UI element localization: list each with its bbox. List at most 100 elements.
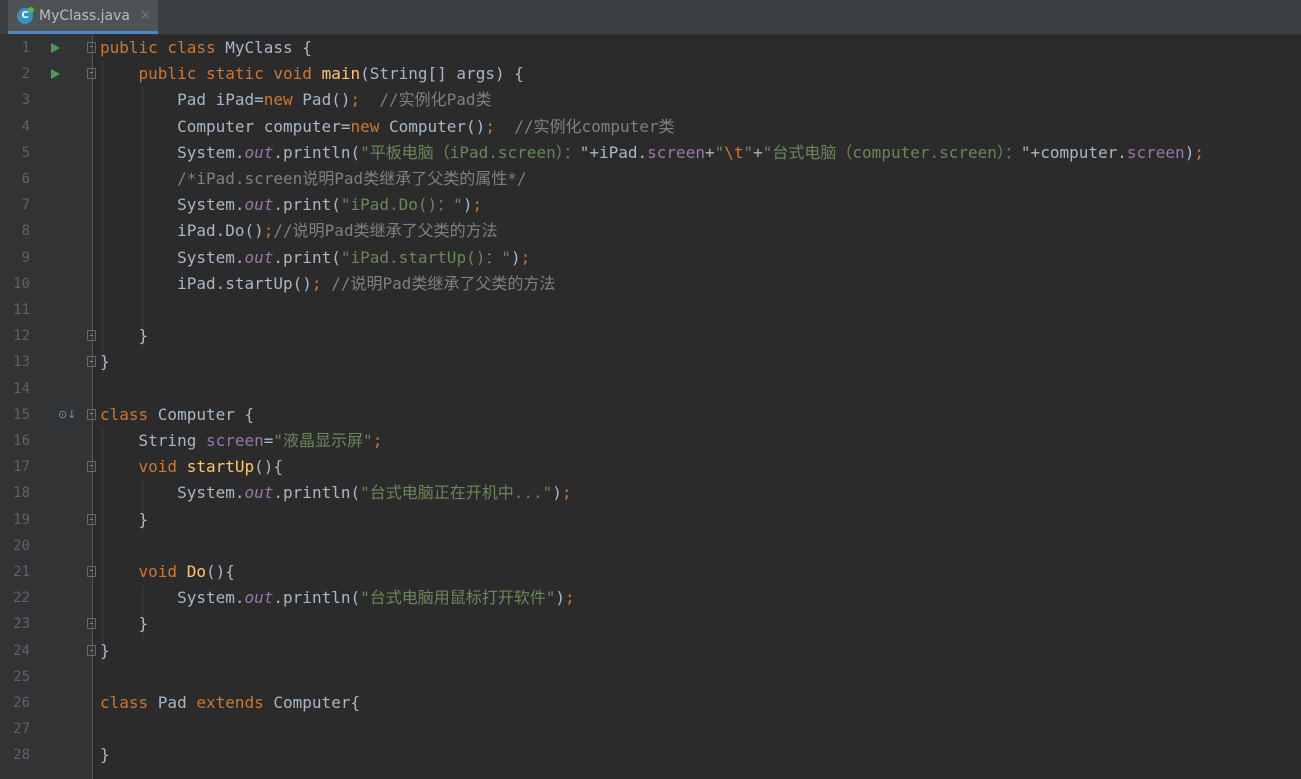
code-token: out bbox=[244, 142, 274, 162]
code-line[interactable]: 7 System.out.print("iPad.Do()："); bbox=[0, 192, 1301, 218]
fold-collapse-icon[interactable] bbox=[87, 566, 96, 577]
implemented-icon[interactable]: ⊙↓ bbox=[58, 408, 76, 422]
code-token: .println( bbox=[273, 142, 361, 162]
code-text: } bbox=[100, 742, 110, 768]
code-token: } bbox=[100, 745, 110, 765]
code-token: System. bbox=[100, 142, 245, 162]
code-token: ; bbox=[565, 588, 575, 608]
code-token: "+computer. bbox=[1020, 142, 1127, 162]
code-line[interactable]: 6 /*iPad.screen说明Pad类继承了父类的属性*/ bbox=[0, 166, 1301, 192]
close-icon[interactable]: × bbox=[140, 8, 151, 23]
code-line[interactable]: 3 Pad iPad=new Pad(); //实例化Pad类 bbox=[0, 87, 1301, 113]
code-token: out bbox=[244, 483, 274, 503]
code-token: ) bbox=[552, 483, 562, 503]
code-line[interactable]: 20 bbox=[0, 533, 1301, 559]
code-line[interactable]: 1 public class MyClass { bbox=[0, 35, 1301, 61]
fold-collapse-icon[interactable] bbox=[87, 42, 96, 53]
code-text: } bbox=[100, 323, 149, 349]
code-token: ; bbox=[1194, 142, 1204, 162]
code-token: System. bbox=[100, 588, 245, 608]
fold-end-icon[interactable] bbox=[87, 618, 96, 630]
line-number: 22 bbox=[13, 590, 30, 607]
code-line[interactable]: 22 System.out.println("台式电脑用鼠标打开软件"); bbox=[0, 585, 1301, 611]
code-line[interactable]: 15 ⊙↓ class Computer { bbox=[0, 402, 1301, 428]
code-line[interactable]: 14 bbox=[0, 376, 1301, 402]
line-number: 6 bbox=[21, 171, 30, 187]
code-line[interactable]: 10 iPad.startUp(); //说明Pad类继承了父类的方法 bbox=[0, 271, 1301, 297]
code-text: class Pad extends Computer{ bbox=[100, 690, 360, 716]
code-line[interactable]: 12 } bbox=[0, 323, 1301, 349]
code-token: } bbox=[100, 640, 110, 660]
code-token: " bbox=[714, 142, 725, 162]
code-token: .print( bbox=[273, 247, 341, 267]
code-line[interactable]: 19 } bbox=[0, 507, 1301, 533]
code-token: "平板电脑（iPad.screen）： bbox=[360, 142, 580, 162]
code-token: } bbox=[100, 326, 149, 346]
code-line[interactable]: 8 iPad.Do();//说明Pad类继承了父类的方法 bbox=[0, 218, 1301, 244]
line-number: 19 bbox=[13, 511, 30, 528]
code-token: new bbox=[263, 90, 303, 110]
fold-collapse-icon[interactable] bbox=[87, 408, 96, 420]
fold-collapse-icon[interactable] bbox=[87, 68, 96, 80]
code-text: } bbox=[100, 349, 110, 375]
code-token: screen bbox=[647, 142, 705, 162]
code-token: Pad bbox=[157, 693, 197, 712]
run-icon[interactable] bbox=[51, 43, 60, 53]
code-token: "台式电脑（computer.screen）： bbox=[762, 142, 1021, 162]
code-line[interactable]: 16 String screen="液晶显示屏"; bbox=[0, 428, 1301, 454]
code-line[interactable]: 28} bbox=[0, 742, 1301, 768]
line-number: 15 bbox=[13, 406, 30, 423]
fold-end-icon[interactable] bbox=[87, 330, 96, 342]
code-line[interactable]: 25 bbox=[0, 664, 1301, 690]
code-token: //说明Pad类继承了父类的方法 bbox=[273, 221, 498, 241]
code-token: ) bbox=[1184, 142, 1195, 162]
code-token: void bbox=[138, 562, 187, 581]
fold-collapse-icon[interactable] bbox=[87, 461, 96, 473]
line-number: 8 bbox=[21, 223, 30, 240]
code-token: "+iPad. bbox=[579, 142, 648, 162]
code-token: String bbox=[100, 431, 206, 450]
code-line[interactable]: 18 System.out.println("台式电脑正在开机中..."); bbox=[0, 480, 1301, 506]
code-token: ; bbox=[520, 247, 531, 267]
code-token: MyClass { bbox=[225, 38, 312, 57]
code-line[interactable]: 21 void Do(){ bbox=[0, 559, 1301, 585]
code-line[interactable]: 27 bbox=[0, 716, 1301, 742]
line-number: 12 bbox=[13, 328, 30, 345]
line-number: 2 bbox=[21, 66, 30, 83]
fold-end-icon[interactable] bbox=[87, 513, 96, 525]
fold-end-icon[interactable] bbox=[87, 356, 96, 368]
code-text: String screen="液晶显示屏"; bbox=[100, 428, 383, 454]
code-line[interactable]: 26 class Pad extends Computer{ bbox=[0, 690, 1301, 716]
code-token: main bbox=[321, 64, 361, 84]
code-line[interactable]: 2 public static void main(String[] args)… bbox=[0, 61, 1301, 87]
code-line[interactable]: 24} bbox=[0, 638, 1301, 664]
code-token: public static void bbox=[138, 64, 322, 84]
code-token: } bbox=[100, 614, 149, 634]
code-text: } bbox=[100, 638, 110, 664]
line-number: 14 bbox=[13, 380, 30, 397]
code-token: out bbox=[244, 588, 274, 608]
code-line[interactable]: 17 void startUp(){ bbox=[0, 454, 1301, 480]
run-icon[interactable] bbox=[51, 69, 60, 80]
tab-myclass-java[interactable]: C MyClass.java × bbox=[8, 0, 158, 34]
code-token: "台式电脑用鼠标打开软件" bbox=[360, 588, 556, 608]
fold-end-icon[interactable] bbox=[87, 644, 96, 656]
line-number: 23 bbox=[13, 616, 30, 633]
code-line[interactable]: 13} bbox=[0, 349, 1301, 375]
line-number: 18 bbox=[13, 485, 30, 502]
code-line[interactable]: 11 bbox=[0, 297, 1301, 323]
code-token: (){ bbox=[254, 457, 284, 477]
code-token: Computer { bbox=[157, 404, 255, 424]
code-text: public static void main(String[] args) { bbox=[100, 61, 524, 87]
code-line[interactable]: 23 } bbox=[0, 611, 1301, 637]
line-number: 16 bbox=[13, 433, 30, 449]
code-line[interactable]: 5 System.out.println("平板电脑（iPad.screen）：… bbox=[0, 140, 1301, 166]
code-token: ; bbox=[472, 195, 483, 215]
code-line[interactable]: 4 Computer computer=new Computer(); //实例… bbox=[0, 114, 1301, 140]
code-token: System. bbox=[100, 247, 245, 267]
line-number: 4 bbox=[21, 118, 30, 135]
code-line[interactable]: 9 System.out.print("iPad.startUp()："); bbox=[0, 245, 1301, 271]
line-number: 7 bbox=[21, 197, 30, 214]
